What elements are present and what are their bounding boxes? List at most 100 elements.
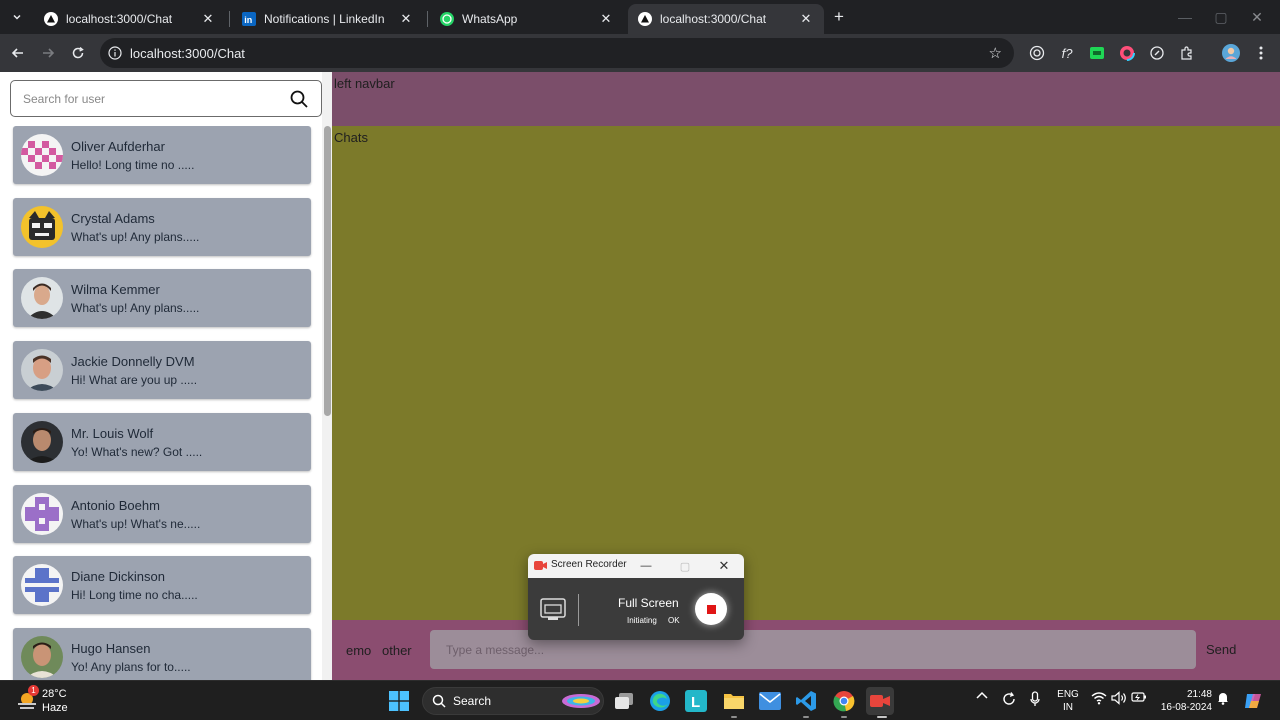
reload-icon[interactable] <box>66 41 90 65</box>
recorder-close-icon[interactable]: ✕ <box>715 557 733 575</box>
contact-card-hugo-hansen[interactable]: Hugo Hansen Yo! Any plans for to..... <box>13 628 311 680</box>
extensions-puzzle-icon[interactable] <box>1177 43 1197 63</box>
contact-last-message: What's up! Any plans..... <box>71 230 200 244</box>
tab-title: Notifications | LinkedIn <box>264 12 385 26</box>
taskbar-search-box[interactable]: Search <box>422 687 604 715</box>
taskbar-search-label: Search <box>453 694 492 708</box>
windows-taskbar: 1 28°C Haze Search L ENG IN 21:48 16-08-… <box>0 680 1280 720</box>
app-l-icon[interactable]: L <box>682 687 710 715</box>
copilot-icon[interactable] <box>1242 691 1264 711</box>
tray-overflow-chevron-icon[interactable] <box>975 691 989 699</box>
screen-recorder-taskbar-icon[interactable] <box>866 687 894 715</box>
extension-shield-icon[interactable] <box>1147 43 1167 63</box>
battery-icon[interactable] <box>1130 691 1148 703</box>
tab-close-icon[interactable]: ✕ <box>200 11 216 27</box>
extension-color-picker-icon[interactable] <box>1117 43 1137 63</box>
emoji-button[interactable]: emo <box>346 643 371 658</box>
extension-green-icon[interactable] <box>1087 43 1107 63</box>
minimize-window-icon[interactable]: — <box>1170 6 1200 28</box>
tab-linkedin[interactable]: in Notifications | LinkedIn ✕ <box>232 4 424 34</box>
contact-name: Jackie Donnelly DVM <box>71 354 195 369</box>
contact-card-louis-wolf[interactable]: Mr. Louis Wolf Yo! What's new? Got ..... <box>13 413 311 471</box>
contact-card-antonio-boehm[interactable]: Antonio Boehm What's up! What's ne..... <box>13 485 311 543</box>
tab-chat-active[interactable]: localhost:3000/Chat ✕ <box>628 4 824 34</box>
task-view-icon[interactable] <box>610 687 638 715</box>
tab-close-icon[interactable]: ✕ <box>598 11 614 27</box>
linkedin-favicon-icon: in <box>242 12 256 26</box>
tab-title: WhatsApp <box>462 12 518 26</box>
contact-card-oliver-aufderhar[interactable]: Oliver Aufderhar Hello! Long time no ...… <box>13 126 311 184</box>
contact-card-wilma-kemmer[interactable]: Wilma Kemmer What's up! Any plans..... <box>13 269 311 327</box>
other-options-button[interactable]: other <box>382 643 412 658</box>
mail-icon[interactable] <box>756 687 784 715</box>
user-search-input[interactable] <box>23 89 273 109</box>
bookmark-star-icon[interactable]: ☆ <box>989 44 1002 62</box>
edge-browser-icon[interactable] <box>646 687 674 715</box>
address-bar[interactable]: localhost:3000/Chat ☆ <box>100 38 1014 68</box>
tab-close-icon[interactable]: ✕ <box>798 11 814 27</box>
running-indicator <box>731 716 737 718</box>
url-text: localhost:3000/Chat <box>130 45 245 61</box>
tab-chat-1[interactable]: localhost:3000/Chat ✕ <box>34 4 226 34</box>
new-tab-plus-icon[interactable]: + <box>830 6 848 28</box>
search-icon[interactable] <box>289 89 309 109</box>
contact-card-diane-dickinson[interactable]: Diane Dickinson Hi! Long time no cha....… <box>13 556 311 614</box>
forward-arrow-icon[interactable] <box>36 41 60 65</box>
contact-last-message: Hi! Long time no cha..... <box>71 588 198 602</box>
send-button[interactable]: Send <box>1206 642 1236 657</box>
clock-date: 16-08-2024 <box>1160 702 1212 713</box>
microphone-icon[interactable] <box>1028 691 1042 707</box>
contact-last-message: Hi! What are you up ..... <box>71 373 198 387</box>
browser-toolbar: localhost:3000/Chat ☆ f? <box>0 34 1280 72</box>
system-clock[interactable]: 21:48 16-08-2024 <box>1154 688 1212 714</box>
capture-mode-label: Full Screen <box>618 596 679 610</box>
recorder-minimize-icon[interactable]: — <box>637 557 655 575</box>
weather-condition: Haze <box>42 702 68 714</box>
language-code: ENG <box>1057 689 1079 700</box>
chats-area: Chats <box>332 126 1280 620</box>
extension-target-icon[interactable] <box>1027 43 1047 63</box>
browser-menu-icon[interactable] <box>1251 43 1271 63</box>
chat-navbar: left navbar <box>332 72 1280 126</box>
recorder-maximize-icon[interactable]: ▢ <box>676 557 694 575</box>
back-arrow-icon[interactable] <box>6 41 30 65</box>
tab-close-icon[interactable]: ✕ <box>398 11 414 27</box>
avatar <box>21 206 63 248</box>
wifi-icon[interactable] <box>1090 691 1108 705</box>
file-explorer-icon[interactable] <box>720 687 748 715</box>
contact-last-message: Yo! Any plans for to..... <box>71 660 191 674</box>
contact-last-message: What's up! Any plans..... <box>71 301 200 315</box>
weather-widget[interactable]: 1 28°C Haze <box>14 685 94 716</box>
notification-bell-icon[interactable] <box>1216 691 1230 705</box>
contact-last-message: What's up! What's ne..... <box>71 517 201 531</box>
chrome-icon[interactable] <box>830 687 858 715</box>
running-indicator <box>803 716 809 718</box>
stop-recording-button[interactable] <box>695 593 727 625</box>
contact-name: Crystal Adams <box>71 211 155 226</box>
input-language-indicator[interactable]: ENG IN <box>1057 688 1079 714</box>
vscode-icon[interactable] <box>792 687 820 715</box>
sync-icon[interactable] <box>1000 691 1018 707</box>
sidebar-scrollbar-thumb[interactable] <box>324 126 331 416</box>
site-info-icon[interactable] <box>100 46 130 60</box>
recorder-divider <box>578 594 579 626</box>
volume-icon[interactable] <box>1110 691 1128 705</box>
user-search-box[interactable] <box>10 80 322 117</box>
avatar <box>21 421 63 463</box>
avatar <box>21 564 63 606</box>
profile-avatar-icon[interactable] <box>1221 43 1241 63</box>
close-window-icon[interactable]: ✕ <box>1242 6 1272 28</box>
contact-last-message: Hello! Long time no ..... <box>71 158 195 172</box>
contact-name: Wilma Kemmer <box>71 282 160 297</box>
windows-start-icon[interactable] <box>385 687 413 715</box>
avatar <box>21 134 63 176</box>
extension-formula-icon[interactable]: f? <box>1057 43 1077 63</box>
tab-whatsapp[interactable]: WhatsApp ✕ <box>430 4 624 34</box>
contact-card-crystal-adams[interactable]: Crystal Adams What's up! Any plans..... <box>13 198 311 256</box>
maximize-window-icon[interactable]: ▢ <box>1206 6 1236 28</box>
running-indicator <box>877 716 887 718</box>
message-composer: emo other Send <box>332 620 1280 680</box>
capture-mode-icon[interactable] <box>540 598 566 622</box>
tab-search-chevron-icon[interactable] <box>6 6 28 28</box>
contact-card-jackie-donnelly[interactable]: Jackie Donnelly DVM Hi! What are you up … <box>13 341 311 399</box>
